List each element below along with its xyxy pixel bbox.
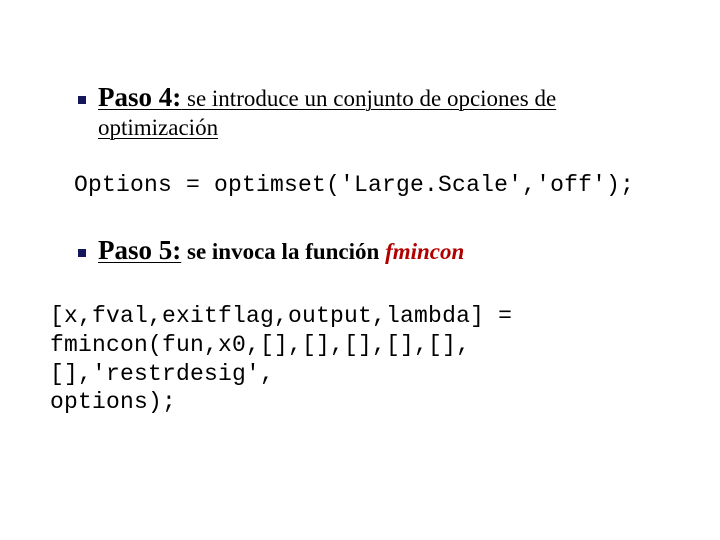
- code-snippet-2: [x,fval,exitflag,output,lambda] = fminco…: [50, 302, 690, 417]
- step4-text: se introduce un conjunto de opciones de: [181, 86, 556, 111]
- step5-label: Paso 5:: [98, 235, 181, 265]
- bullet-icon: [78, 96, 86, 104]
- step4-heading-line2: optimización: [98, 115, 660, 141]
- code-snippet-1: Options = optimset('Large.Scale','off');: [74, 172, 670, 198]
- code-line: [x,fval,exitflag,output,lambda] =: [50, 302, 690, 331]
- code-line: fmincon(fun,x0,[],[],[],[],[],[],'restrd…: [50, 331, 690, 389]
- step4-label: Paso 4:: [98, 82, 181, 112]
- step5-heading: Paso 5: se invoca la función fmincon: [98, 235, 660, 266]
- step4-text-line2: optimización: [98, 115, 218, 140]
- code-line: Options = optimset('Large.Scale','off');: [74, 172, 634, 198]
- code-line: options);: [50, 388, 690, 417]
- step5-text-prefix: se invoca la función: [181, 239, 385, 264]
- bullet-icon: [78, 249, 86, 257]
- function-name: fmincon: [385, 239, 464, 264]
- slide: Paso 4: se introduce un conjunto de opci…: [0, 0, 720, 540]
- step4-heading: Paso 4: se introduce un conjunto de opci…: [98, 82, 660, 113]
